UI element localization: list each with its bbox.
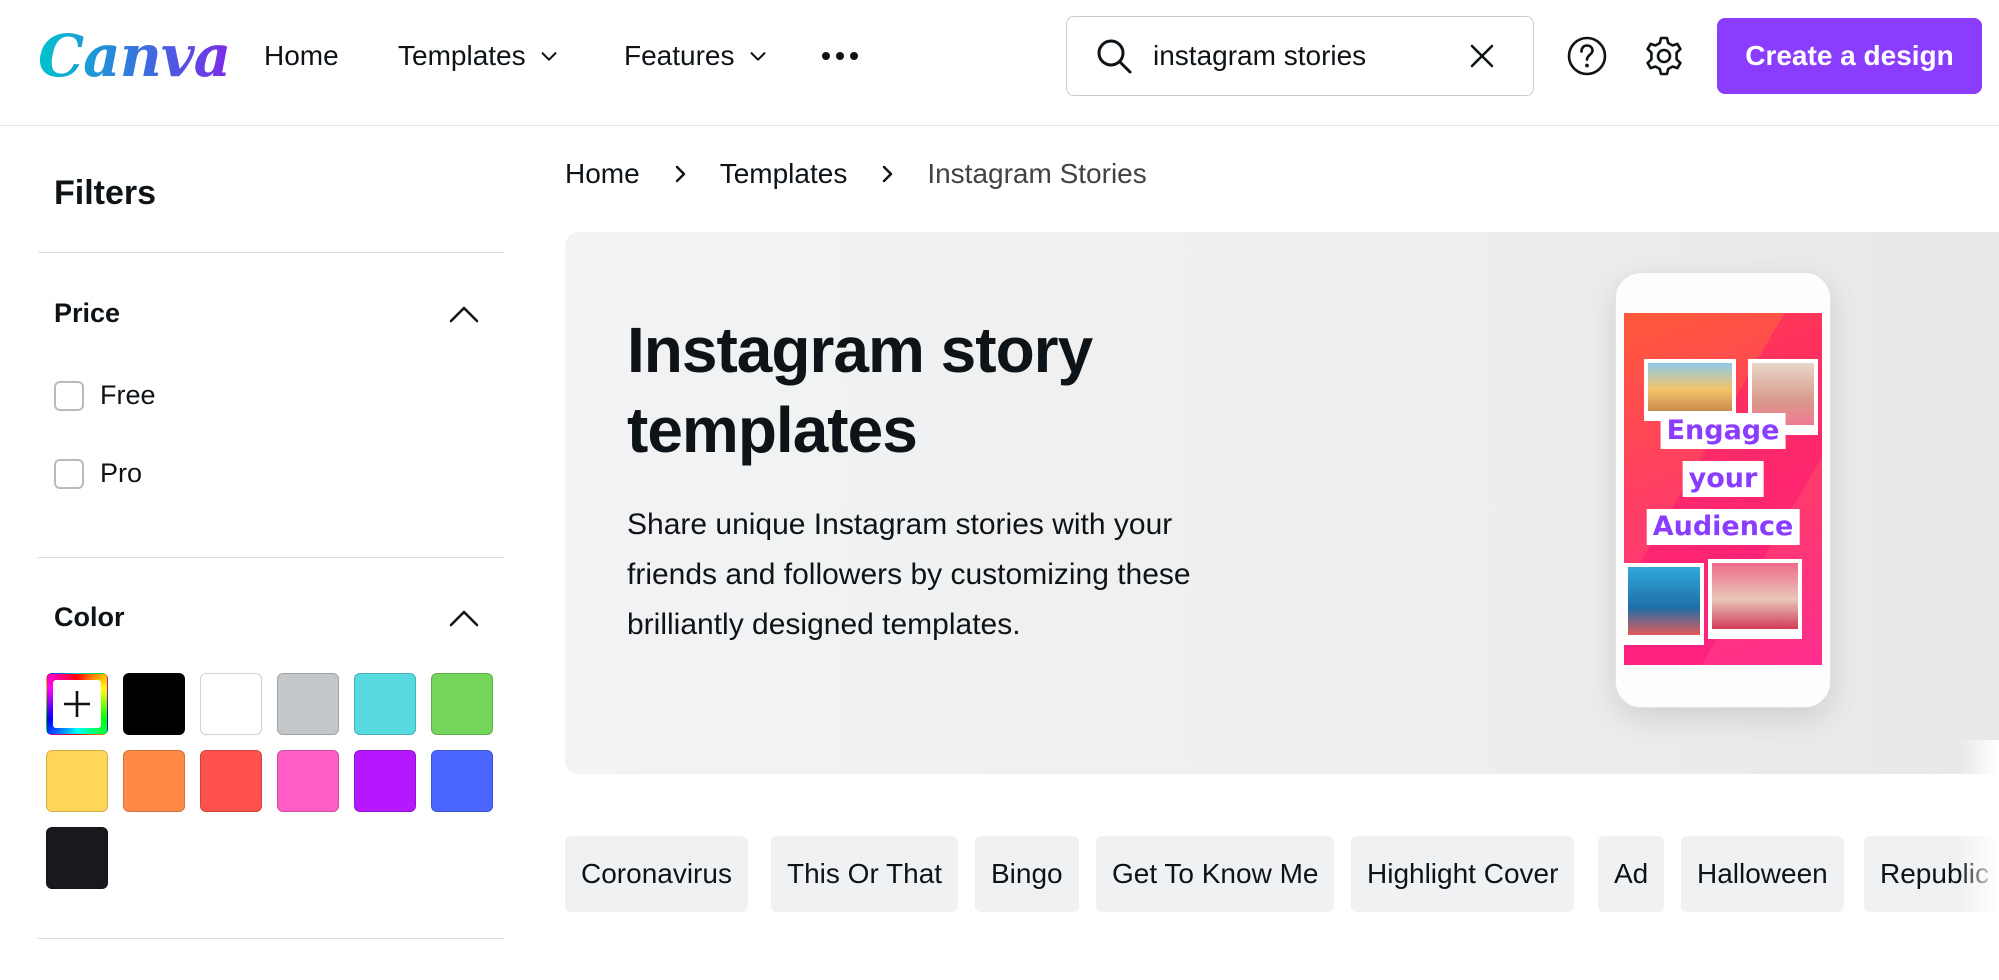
chip-this-or-that[interactable]: This Or That: [771, 836, 959, 912]
create-design-button[interactable]: Create a design: [1717, 18, 1982, 94]
story-preview: Engage your Audience: [1624, 313, 1822, 665]
checkbox-label: Free: [100, 380, 156, 410]
chevron-down-icon: [541, 52, 557, 61]
breadcrumb: Home Templates Instagram Stories: [565, 158, 1147, 190]
promo-word: Engage: [1660, 413, 1786, 449]
nav-features-dropdown[interactable]: Features: [624, 36, 769, 76]
color-swatch-white[interactable]: [200, 673, 262, 735]
search-input[interactable]: [1153, 40, 1453, 72]
chip-bingo[interactable]: Bingo: [975, 836, 1079, 912]
chip-highlight-cover[interactable]: Highlight Cover: [1351, 836, 1575, 912]
help-icon[interactable]: [1566, 35, 1608, 77]
chip-coronavirus[interactable]: Coronavirus: [565, 836, 748, 912]
checkbox-box[interactable]: [54, 458, 84, 489]
phone-mockup-image: Engage your Audience: [1615, 272, 1831, 708]
chevron-right-icon: [883, 165, 893, 183]
photo-tile: [1624, 563, 1704, 645]
color-section-title: Color: [54, 602, 125, 632]
plus-icon: [64, 691, 90, 717]
nav-features-label: Features: [624, 40, 735, 71]
price-free-checkbox[interactable]: Free: [54, 380, 156, 411]
scroll-fade: [1959, 740, 1999, 940]
checkbox-label: Pro: [100, 458, 143, 488]
custom-color-swatch[interactable]: [46, 673, 108, 735]
nav-home-link[interactable]: Home: [264, 36, 339, 76]
divider: [38, 938, 504, 939]
checkbox-box[interactable]: [54, 380, 84, 411]
photo-tile: [1644, 359, 1736, 421]
nav-home-label: Home: [264, 40, 339, 71]
color-swatch-dark[interactable]: [46, 827, 108, 889]
promo-word: Audience: [1646, 509, 1800, 545]
search-bar: [1066, 16, 1534, 96]
chip-ad[interactable]: Ad: [1598, 836, 1665, 912]
breadcrumb-home[interactable]: Home: [565, 158, 640, 190]
filters-heading: Filters: [54, 174, 157, 212]
promo-word: your: [1682, 461, 1764, 497]
divider: [38, 557, 504, 558]
chip-get-to-know-me[interactable]: Get To Know Me: [1096, 836, 1335, 912]
color-swatch-purple[interactable]: [354, 750, 416, 812]
color-swatch-gray[interactable]: [277, 673, 339, 735]
chevron-up-icon[interactable]: [448, 304, 480, 324]
filters-sidebar: Filters Price Free Pro Color: [38, 126, 504, 980]
color-swatch-turquoise[interactable]: [354, 673, 416, 735]
chevron-right-icon: [675, 165, 685, 183]
color-swatch-red[interactable]: [200, 750, 262, 812]
canva-logo[interactable]: Canva: [38, 18, 231, 94]
chevron-up-icon[interactable]: [448, 608, 480, 628]
color-swatch-green[interactable]: [431, 673, 493, 735]
search-icon: [1097, 39, 1132, 74]
hero-description: Share unique Instagram stories with your…: [627, 508, 1191, 641]
more-horizontal-icon[interactable]: [820, 44, 860, 68]
close-icon[interactable]: [1465, 39, 1499, 73]
price-section-title: Price: [54, 298, 121, 328]
color-swatch-orange[interactable]: [123, 750, 185, 812]
custom-color-swatch-inner: [53, 680, 101, 728]
page-title: Instagram story templates: [627, 314, 1093, 466]
divider: [38, 252, 504, 253]
color-swatch-black[interactable]: [123, 673, 185, 735]
top-navigation-bar: Canva Home Templates Features Crea: [0, 0, 1999, 126]
chip-halloween[interactable]: Halloween: [1681, 836, 1844, 912]
nav-templates-dropdown[interactable]: Templates: [398, 36, 560, 76]
color-swatch-yellow[interactable]: [46, 750, 108, 812]
hero-banner: Instagram story templates Share unique I…: [565, 232, 1999, 774]
breadcrumb-current: Instagram Stories: [927, 158, 1147, 189]
gear-icon[interactable]: [1642, 34, 1686, 78]
price-pro-checkbox[interactable]: Pro: [54, 458, 142, 489]
color-swatch-blue[interactable]: [431, 750, 493, 812]
photo-tile: [1708, 559, 1802, 639]
color-swatch-pink[interactable]: [277, 750, 339, 812]
chevron-down-icon: [750, 52, 765, 61]
breadcrumb-templates[interactable]: Templates: [720, 158, 848, 190]
category-chips: Coronavirus This Or That Bingo Get To Kn…: [565, 836, 1999, 912]
nav-templates-label: Templates: [398, 40, 526, 71]
